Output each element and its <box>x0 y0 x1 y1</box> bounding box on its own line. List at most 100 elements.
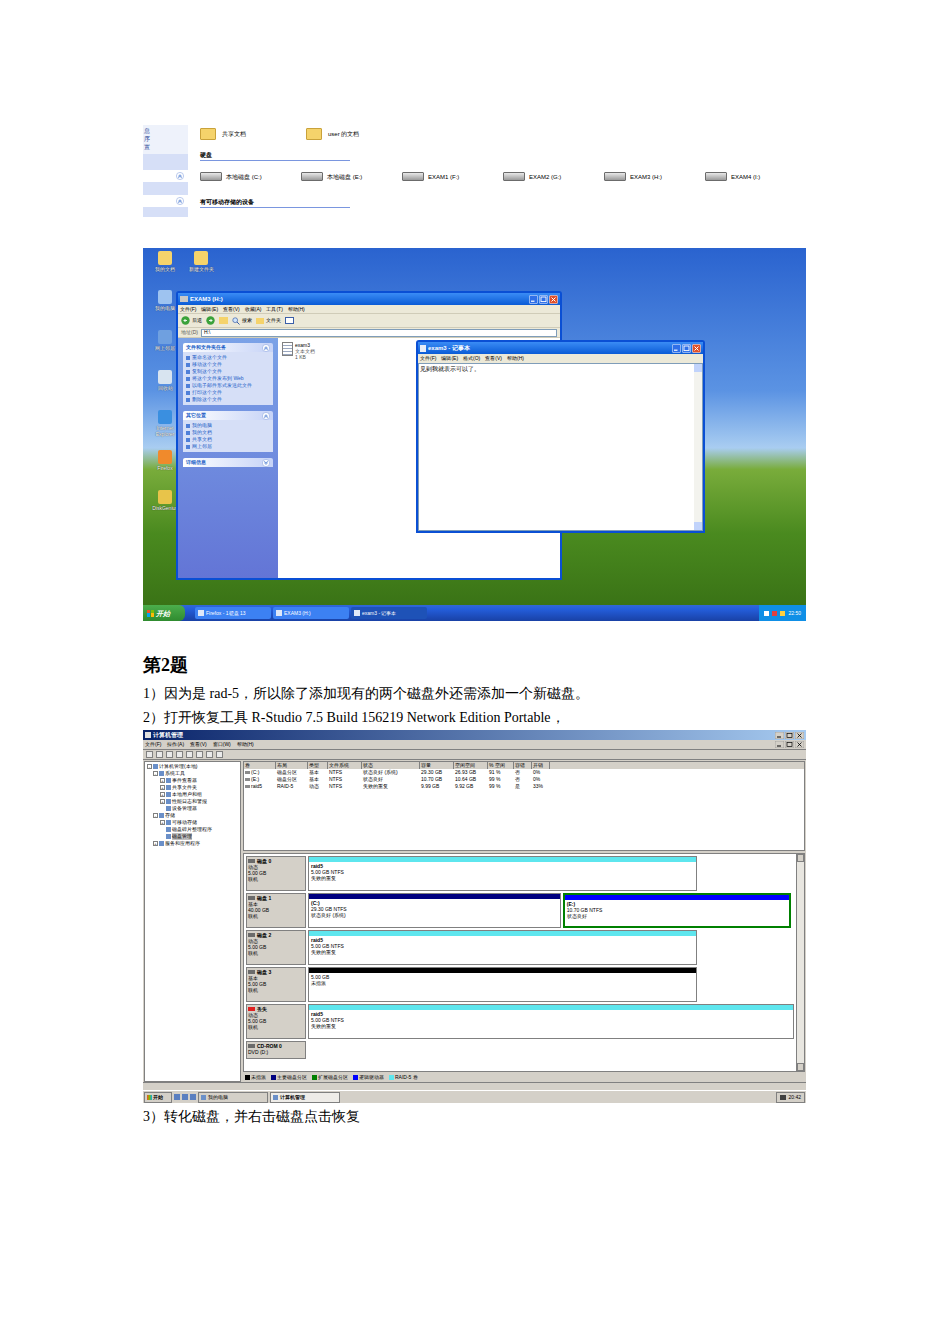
close-icon[interactable] <box>549 295 558 304</box>
disk-label[interactable]: 磁盘 3基本5.00 GB联机 <box>246 967 306 1002</box>
partition[interactable]: raid55.00 GB NTFS失败的重复 <box>308 1004 794 1039</box>
tree-item[interactable]: 设备管理器 <box>146 805 239 812</box>
tree-item[interactable]: +服务和应用程序 <box>146 840 239 847</box>
column-header[interactable]: 容错 <box>514 762 532 769</box>
column-header[interactable]: 状态 <box>362 762 420 769</box>
column-header[interactable]: 卷 <box>244 762 276 769</box>
taskbar-button[interactable]: exam3 - 记事本 <box>351 607 427 619</box>
partition[interactable]: (C:)29.30 GB NTFS状态良好 (系统) <box>308 893 561 928</box>
up-icon[interactable] <box>166 751 173 758</box>
tree-toggle[interactable]: + <box>160 785 165 790</box>
collapse-icon[interactable] <box>262 344 270 352</box>
back-button[interactable]: 后退 <box>181 316 202 325</box>
task-panel-header[interactable]: 详细信息 <box>183 458 273 467</box>
tree-item[interactable]: +性能日志和警报 <box>146 798 239 805</box>
tree-item[interactable]: +本地用户和组 <box>146 791 239 798</box>
partition[interactable]: (E:)10.70 GB NTFS状态良好 <box>563 893 791 928</box>
menu-item[interactable]: 帮助(H) <box>507 355 524 362</box>
close-icon[interactable] <box>795 732 804 739</box>
folder-item[interactable]: user 的文档 <box>306 128 359 140</box>
browser-icon[interactable] <box>182 1094 188 1100</box>
task-link[interactable]: 重命名这个文件 <box>186 354 270 361</box>
tree-toggle[interactable]: - <box>153 771 158 776</box>
collapse-icon[interactable] <box>262 412 270 420</box>
close-icon[interactable] <box>795 741 804 748</box>
column-header[interactable]: 文件系统 <box>328 762 362 769</box>
tree-item[interactable]: 磁盘碎片整理程序 <box>146 826 239 833</box>
tree-toggle[interactable]: + <box>160 792 165 797</box>
refresh-icon[interactable] <box>196 751 203 758</box>
minimize-icon[interactable] <box>672 344 681 353</box>
views-icon[interactable] <box>285 317 294 324</box>
tree-toggle[interactable]: + <box>153 841 158 846</box>
start-button[interactable]: 开始 <box>143 605 185 621</box>
disk-row[interactable]: 磁盘 3基本5.00 GB联机5.00 GB未指派 <box>246 967 794 1002</box>
disk-label[interactable]: 磁盘 0动态5.00 GB联机 <box>246 856 306 891</box>
tree-item[interactable]: +事件查看器 <box>146 777 239 784</box>
tree-toggle[interactable]: + <box>160 778 165 783</box>
taskbar-button[interactable]: 我的电脑 <box>198 1092 268 1103</box>
volume-row[interactable]: (E:)磁盘分区基本NTFS状态良好10.70 GB10.64 GB99 %否0… <box>244 776 804 783</box>
tree-toggle[interactable]: + <box>160 799 165 804</box>
task-link[interactable]: 共享文档 <box>186 436 270 443</box>
minimize-icon[interactable] <box>775 732 784 739</box>
task-link[interactable]: 将这个文件发布到 Web <box>186 375 270 382</box>
partition[interactable]: 5.00 GB未指派 <box>308 967 697 1002</box>
taskbar-button[interactable]: Firefox - 1硬盘 13 <box>195 607 271 619</box>
tree-toggle[interactable]: - <box>147 764 152 769</box>
sidebar-fragment[interactable]: 置 <box>144 143 187 151</box>
task-link[interactable]: 网上邻居 <box>186 443 270 450</box>
desktop-icon[interactable] <box>174 1094 180 1100</box>
disk-label[interactable]: CD-ROM 0DVD (D:) <box>246 1041 306 1059</box>
maximize-icon[interactable] <box>785 732 794 739</box>
volume-row[interactable]: raid5RAID-5动态NTFS失败的重复9.99 GB9.92 GB99 %… <box>244 783 804 790</box>
task-link[interactable]: 删除这个文件 <box>186 396 270 403</box>
title-bar[interactable]: 计算机管理 <box>143 730 806 740</box>
address-field[interactable]: H:\ <box>201 329 557 337</box>
tray-icon[interactable] <box>780 1095 786 1100</box>
menu-item[interactable]: 帮助(H) <box>288 306 305 313</box>
tree-item[interactable]: -存储 <box>146 812 239 819</box>
volume-row[interactable]: (C:)磁盘分区基本NTFS状态良好 (系统)29.30 GB26.93 GB9… <box>244 769 804 776</box>
maximize-icon[interactable] <box>682 344 691 353</box>
menu-item[interactable]: 收藏(A) <box>245 306 262 313</box>
expand-icon[interactable] <box>262 459 270 467</box>
disk-label[interactable]: 丢失动态5.00 GB联机 <box>246 1004 306 1039</box>
disk-row[interactable]: 丢失动态5.00 GB联机raid55.00 GB NTFS失败的重复 <box>246 1004 794 1039</box>
vertical-scrollbar[interactable] <box>796 854 804 1071</box>
tray-icon[interactable] <box>772 611 777 616</box>
start-button[interactable]: 开始 <box>144 1092 172 1103</box>
menu-item[interactable]: 窗口(W) <box>213 741 231 748</box>
maximize-icon[interactable] <box>785 741 794 748</box>
sidebar-panel-header[interactable] <box>143 195 188 207</box>
tree-item[interactable]: +可移动存储 <box>146 819 239 826</box>
menu-item[interactable]: 文件(F) <box>145 741 161 748</box>
sidebar-fragment[interactable]: 序 <box>144 135 187 143</box>
drive-item[interactable]: EXAM1 (F:) <box>402 172 503 181</box>
forward-icon[interactable] <box>156 751 163 758</box>
disk-label[interactable]: 磁盘 2动态5.00 GB联机 <box>246 930 306 965</box>
drive-item[interactable]: EXAM3 (H:) <box>604 172 705 181</box>
export-icon[interactable] <box>206 751 213 758</box>
partition[interactable]: raid55.00 GB NTFS失败的重复 <box>308 856 697 891</box>
tree-icon[interactable] <box>176 751 183 758</box>
task-panel-header[interactable]: 其它位置 <box>183 411 273 420</box>
menu-item[interactable]: 文件(F) <box>180 306 196 313</box>
menu-item[interactable]: 文件(F) <box>420 355 436 362</box>
menu-item[interactable]: 工具(T) <box>266 306 282 313</box>
forward-arrow-icon[interactable] <box>206 316 215 325</box>
column-header[interactable]: 空闲空间 <box>454 762 488 769</box>
tree-item[interactable]: -系统工具 <box>146 770 239 777</box>
taskbar-button[interactable]: 计算机管理 <box>270 1092 340 1103</box>
disk-row[interactable]: CD-ROM 0DVD (D:) <box>246 1041 794 1059</box>
text-area[interactable]: 见到我就表示可以了。 <box>419 364 694 530</box>
partition[interactable]: raid55.00 GB NTFS失败的重复 <box>308 930 697 965</box>
column-header[interactable]: % 空闲 <box>488 762 514 769</box>
properties-icon[interactable] <box>186 751 193 758</box>
menu-item[interactable]: 帮助(H) <box>237 741 254 748</box>
sidebar-panel-header[interactable] <box>143 170 188 182</box>
menu-item[interactable]: 查看(V) <box>485 355 502 362</box>
column-header[interactable]: 类型 <box>308 762 328 769</box>
menu-item[interactable]: 格式(O) <box>463 355 480 362</box>
tree-item[interactable]: +共享文件夹 <box>146 784 239 791</box>
